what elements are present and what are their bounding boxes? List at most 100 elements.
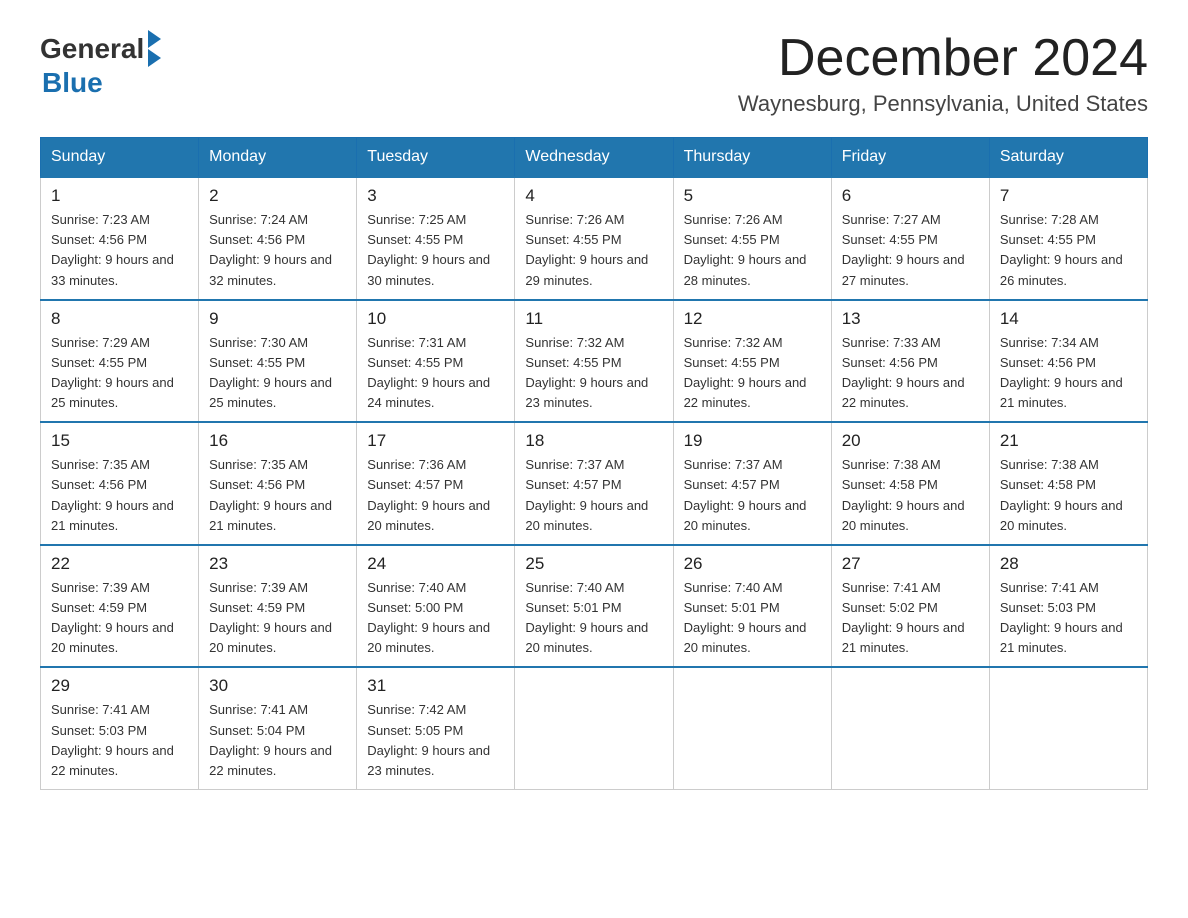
month-title: December 2024 [738,30,1148,87]
day-number: 22 [51,554,188,574]
calendar-cell: 7 Sunrise: 7:28 AMSunset: 4:55 PMDayligh… [989,177,1147,300]
logo-icon [148,30,161,67]
day-number: 18 [525,431,662,451]
calendar-week-row-2: 8 Sunrise: 7:29 AMSunset: 4:55 PMDayligh… [41,300,1148,423]
calendar-cell: 16 Sunrise: 7:35 AMSunset: 4:56 PMDaylig… [199,422,357,545]
day-number: 16 [209,431,346,451]
day-number: 23 [209,554,346,574]
day-info: Sunrise: 7:41 AMSunset: 5:02 PMDaylight:… [842,578,979,659]
day-info: Sunrise: 7:40 AMSunset: 5:00 PMDaylight:… [367,578,504,659]
day-info: Sunrise: 7:34 AMSunset: 4:56 PMDaylight:… [1000,333,1137,414]
logo-row1: General [40,30,161,67]
day-number: 27 [842,554,979,574]
day-number: 4 [525,186,662,206]
calendar-cell: 25 Sunrise: 7:40 AMSunset: 5:01 PMDaylig… [515,545,673,668]
day-info: Sunrise: 7:36 AMSunset: 4:57 PMDaylight:… [367,455,504,536]
day-info: Sunrise: 7:38 AMSunset: 4:58 PMDaylight:… [1000,455,1137,536]
calendar-week-row-3: 15 Sunrise: 7:35 AMSunset: 4:56 PMDaylig… [41,422,1148,545]
day-info: Sunrise: 7:41 AMSunset: 5:03 PMDaylight:… [51,700,188,781]
header-saturday: Saturday [989,138,1147,178]
day-number: 12 [684,309,821,329]
calendar-cell [673,667,831,789]
day-info: Sunrise: 7:32 AMSunset: 4:55 PMDaylight:… [525,333,662,414]
calendar-cell: 4 Sunrise: 7:26 AMSunset: 4:55 PMDayligh… [515,177,673,300]
header-tuesday: Tuesday [357,138,515,178]
day-info: Sunrise: 7:31 AMSunset: 4:55 PMDaylight:… [367,333,504,414]
calendar-cell: 19 Sunrise: 7:37 AMSunset: 4:57 PMDaylig… [673,422,831,545]
day-number: 3 [367,186,504,206]
header-sunday: Sunday [41,138,199,178]
day-number: 17 [367,431,504,451]
day-number: 25 [525,554,662,574]
calendar-week-row-5: 29 Sunrise: 7:41 AMSunset: 5:03 PMDaylig… [41,667,1148,789]
day-info: Sunrise: 7:35 AMSunset: 4:56 PMDaylight:… [209,455,346,536]
calendar-cell [515,667,673,789]
calendar-cell: 31 Sunrise: 7:42 AMSunset: 5:05 PMDaylig… [357,667,515,789]
day-info: Sunrise: 7:27 AMSunset: 4:55 PMDaylight:… [842,210,979,291]
calendar-cell: 6 Sunrise: 7:27 AMSunset: 4:55 PMDayligh… [831,177,989,300]
day-info: Sunrise: 7:23 AMSunset: 4:56 PMDaylight:… [51,210,188,291]
calendar-cell: 17 Sunrise: 7:36 AMSunset: 4:57 PMDaylig… [357,422,515,545]
calendar-cell: 26 Sunrise: 7:40 AMSunset: 5:01 PMDaylig… [673,545,831,668]
day-info: Sunrise: 7:35 AMSunset: 4:56 PMDaylight:… [51,455,188,536]
title-area: December 2024 Waynesburg, Pennsylvania, … [738,30,1148,117]
day-number: 19 [684,431,821,451]
day-number: 30 [209,676,346,696]
day-info: Sunrise: 7:39 AMSunset: 4:59 PMDaylight:… [209,578,346,659]
calendar-cell: 14 Sunrise: 7:34 AMSunset: 4:56 PMDaylig… [989,300,1147,423]
logo-general-text: General [40,33,144,65]
calendar-cell [831,667,989,789]
day-number: 5 [684,186,821,206]
day-number: 20 [842,431,979,451]
calendar-cell: 8 Sunrise: 7:29 AMSunset: 4:55 PMDayligh… [41,300,199,423]
day-info: Sunrise: 7:26 AMSunset: 4:55 PMDaylight:… [684,210,821,291]
calendar-week-row-1: 1 Sunrise: 7:23 AMSunset: 4:56 PMDayligh… [41,177,1148,300]
calendar-cell: 18 Sunrise: 7:37 AMSunset: 4:57 PMDaylig… [515,422,673,545]
day-number: 14 [1000,309,1137,329]
header-wednesday: Wednesday [515,138,673,178]
calendar-cell: 5 Sunrise: 7:26 AMSunset: 4:55 PMDayligh… [673,177,831,300]
calendar-cell [989,667,1147,789]
logo-row2: Blue [40,67,103,99]
day-number: 26 [684,554,821,574]
day-info: Sunrise: 7:42 AMSunset: 5:05 PMDaylight:… [367,700,504,781]
day-info: Sunrise: 7:32 AMSunset: 4:55 PMDaylight:… [684,333,821,414]
day-info: Sunrise: 7:38 AMSunset: 4:58 PMDaylight:… [842,455,979,536]
calendar-cell: 11 Sunrise: 7:32 AMSunset: 4:55 PMDaylig… [515,300,673,423]
header-monday: Monday [199,138,357,178]
calendar-cell: 3 Sunrise: 7:25 AMSunset: 4:55 PMDayligh… [357,177,515,300]
day-number: 29 [51,676,188,696]
logo-blue-text: Blue [40,67,103,99]
day-info: Sunrise: 7:37 AMSunset: 4:57 PMDaylight:… [525,455,662,536]
day-number: 9 [209,309,346,329]
day-info: Sunrise: 7:41 AMSunset: 5:04 PMDaylight:… [209,700,346,781]
calendar-cell: 20 Sunrise: 7:38 AMSunset: 4:58 PMDaylig… [831,422,989,545]
day-number: 2 [209,186,346,206]
day-number: 1 [51,186,188,206]
calendar-header-row: Sunday Monday Tuesday Wednesday Thursday… [41,138,1148,178]
day-number: 31 [367,676,504,696]
calendar-cell: 15 Sunrise: 7:35 AMSunset: 4:56 PMDaylig… [41,422,199,545]
day-info: Sunrise: 7:37 AMSunset: 4:57 PMDaylight:… [684,455,821,536]
day-number: 21 [1000,431,1137,451]
calendar-cell: 10 Sunrise: 7:31 AMSunset: 4:55 PMDaylig… [357,300,515,423]
day-info: Sunrise: 7:40 AMSunset: 5:01 PMDaylight:… [684,578,821,659]
calendar-cell: 2 Sunrise: 7:24 AMSunset: 4:56 PMDayligh… [199,177,357,300]
day-info: Sunrise: 7:40 AMSunset: 5:01 PMDaylight:… [525,578,662,659]
header-friday: Friday [831,138,989,178]
location-subtitle: Waynesburg, Pennsylvania, United States [738,91,1148,117]
calendar-cell: 23 Sunrise: 7:39 AMSunset: 4:59 PMDaylig… [199,545,357,668]
header-thursday: Thursday [673,138,831,178]
calendar-cell: 22 Sunrise: 7:39 AMSunset: 4:59 PMDaylig… [41,545,199,668]
day-info: Sunrise: 7:41 AMSunset: 5:03 PMDaylight:… [1000,578,1137,659]
calendar-cell: 13 Sunrise: 7:33 AMSunset: 4:56 PMDaylig… [831,300,989,423]
day-number: 8 [51,309,188,329]
calendar-cell: 12 Sunrise: 7:32 AMSunset: 4:55 PMDaylig… [673,300,831,423]
calendar-week-row-4: 22 Sunrise: 7:39 AMSunset: 4:59 PMDaylig… [41,545,1148,668]
day-number: 7 [1000,186,1137,206]
calendar-cell: 29 Sunrise: 7:41 AMSunset: 5:03 PMDaylig… [41,667,199,789]
day-number: 15 [51,431,188,451]
day-info: Sunrise: 7:25 AMSunset: 4:55 PMDaylight:… [367,210,504,291]
day-info: Sunrise: 7:30 AMSunset: 4:55 PMDaylight:… [209,333,346,414]
day-number: 28 [1000,554,1137,574]
